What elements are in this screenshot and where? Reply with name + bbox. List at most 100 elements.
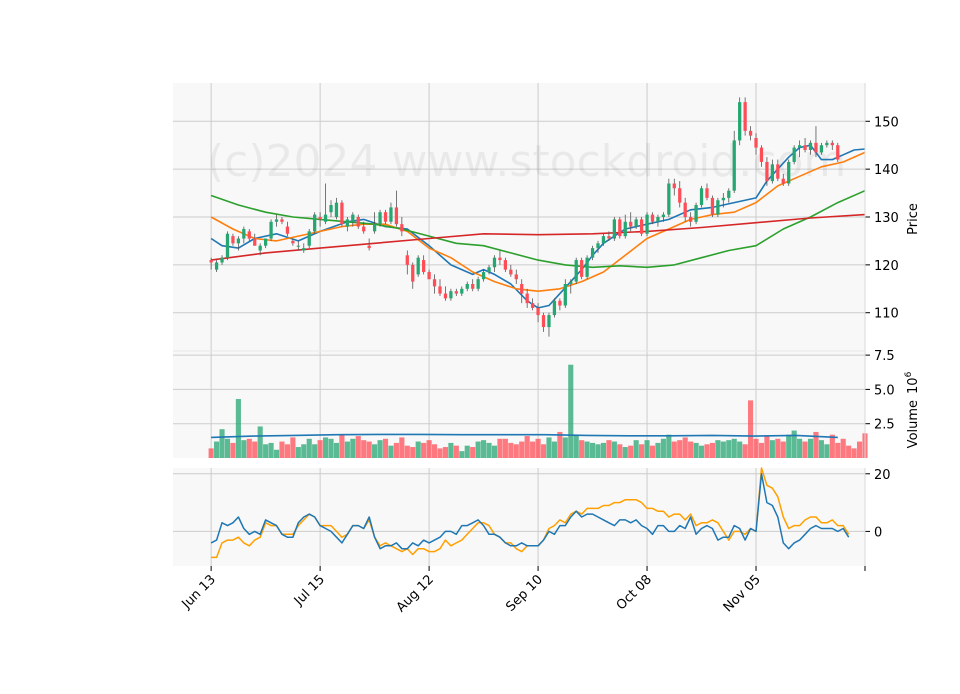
volume-bar: [840, 438, 846, 458]
volume-bar: [818, 440, 824, 458]
candle-body: [765, 161, 769, 182]
volume-bar: [333, 442, 340, 458]
volume-bar: [393, 442, 399, 458]
volume-bar: [312, 444, 318, 458]
candle-body: [552, 300, 557, 316]
volume-bar: [459, 451, 465, 458]
candle-body: [743, 102, 747, 131]
candle-body: [394, 207, 399, 225]
volume-tick-label: 2.5: [874, 418, 895, 433]
candle-body: [683, 202, 687, 217]
candle-body: [830, 142, 834, 146]
candle-body: [318, 217, 322, 220]
volume-bar: [628, 445, 634, 458]
volume-bar: [846, 445, 852, 458]
volume-bar: [377, 440, 383, 458]
candle-body: [242, 228, 246, 239]
candle-body: [634, 219, 638, 227]
volume-bar: [824, 444, 830, 458]
candle-body: [492, 257, 497, 268]
volume-bar: [421, 442, 427, 458]
volume-bar: [355, 436, 361, 458]
candle-body: [351, 214, 355, 222]
candle-body: [389, 207, 393, 222]
volume-bar: [437, 448, 443, 458]
volume-bar: [366, 441, 372, 458]
candle-body: [699, 188, 704, 206]
candle-body: [422, 260, 426, 273]
volume-bar: [557, 431, 563, 458]
candle-body: [405, 255, 409, 265]
candle-body: [656, 217, 660, 222]
volume-bar: [524, 436, 530, 458]
candle-body: [481, 272, 486, 280]
volume-bar: [279, 441, 285, 458]
volume-bar: [780, 441, 786, 458]
volume-bar: [595, 444, 601, 458]
volume-bar: [737, 441, 743, 458]
volume-bar: [317, 440, 323, 458]
volume-bar: [519, 441, 525, 458]
candle-body: [449, 291, 453, 299]
volume-bar: [535, 438, 541, 458]
volume-bar: [230, 442, 236, 458]
volume-bar: [208, 448, 214, 458]
candle-body: [427, 272, 431, 280]
candle-body: [503, 260, 508, 270]
volume-bar: [241, 440, 247, 458]
volume-panel: [173, 351, 865, 458]
volume-bar: [584, 441, 590, 458]
chart-canvas: (c)2024 www.stockdroid.com Jun 13 Jul 15 A…: [173, 83, 921, 615]
volume-axis-label: Volume106: [904, 371, 921, 448]
volume-bar: [214, 441, 220, 458]
candle-body: [498, 257, 502, 261]
volume-bar: [851, 448, 857, 458]
candle-body: [253, 238, 257, 246]
volume-bar: [617, 444, 623, 458]
volume-bar: [426, 440, 432, 458]
volume-bar: [720, 441, 726, 458]
candle-body: [530, 303, 535, 308]
volume-bar: [600, 442, 607, 458]
candle-body: [280, 219, 284, 222]
watermark-text: (c)2024 www.stockdroid.com: [207, 136, 846, 187]
x-tick-label: Jun 13: [179, 572, 219, 612]
candle-body: [471, 284, 475, 289]
volume-bar: [633, 440, 639, 458]
volume-bar: [573, 434, 579, 458]
volume-bar: [786, 434, 792, 458]
volume-bar: [579, 440, 585, 458]
candle-body: [356, 217, 360, 227]
volume-bar: [802, 441, 808, 458]
volume-bar: [404, 445, 410, 458]
candle-body: [362, 226, 366, 232]
candle-body: [776, 164, 780, 179]
volume-bar: [284, 444, 290, 458]
volume-bar: [339, 434, 345, 458]
candle-body: [710, 197, 715, 215]
candle-body: [340, 202, 344, 225]
volume-tick-label: 7.5: [874, 349, 895, 364]
volume-bar: [677, 440, 683, 458]
volume-bar: [764, 436, 770, 458]
volume-bar: [246, 438, 252, 458]
candle-body: [214, 262, 219, 270]
volume-bar: [671, 441, 677, 458]
candle-body: [596, 243, 600, 249]
candle-body: [601, 236, 606, 244]
volume-bar: [807, 438, 814, 458]
candle-body: [759, 147, 764, 162]
candle-body: [748, 130, 753, 136]
price-tick-label: 110: [874, 307, 899, 322]
candle-body: [514, 274, 518, 280]
candle-body: [563, 284, 567, 306]
candle-body: [313, 214, 317, 232]
candle-body: [291, 240, 295, 244]
volume-bar: [540, 444, 547, 458]
candle-body: [825, 142, 829, 146]
volume-bar: [306, 438, 312, 458]
candle-body: [770, 164, 775, 182]
candle-body: [629, 221, 633, 227]
volume-bar: [235, 399, 241, 458]
candle-body: [547, 315, 551, 328]
